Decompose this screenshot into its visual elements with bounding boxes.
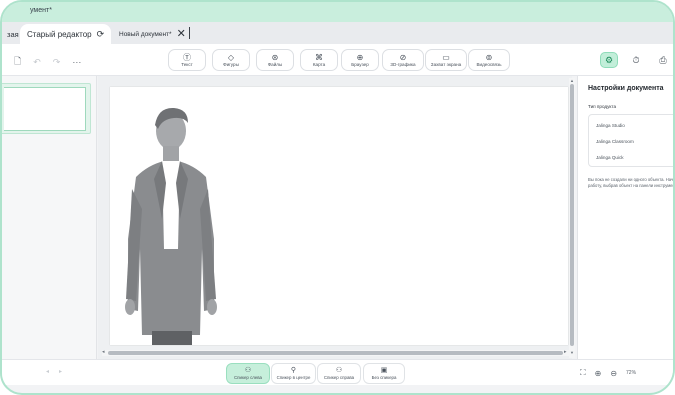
map-icon: ⌘ — [315, 52, 323, 62]
slide-thumbnail[interactable] — [2, 83, 91, 134]
slides-panel — [2, 76, 97, 359]
speaker-silhouette — [125, 107, 217, 345]
product-type-label: Тип продукта — [588, 104, 617, 109]
tool-map-button[interactable]: ⌘ Карта — [300, 49, 338, 71]
empty-state-note: Вы пока не создали ни одного объекта. На… — [588, 177, 675, 189]
tool-screen-capture-button[interactable]: ▭ Захват экрана — [425, 49, 467, 71]
product-option[interactable]: Jalinga Studio — [596, 123, 625, 128]
no-speaker-icon: ▣ — [380, 366, 388, 374]
product-option[interactable]: Jalinga Quick — [596, 155, 624, 160]
prev-slide-icon[interactable]: ◂ — [46, 368, 49, 375]
tool-3d-button[interactable]: ⊘ 3D-графика — [382, 49, 424, 71]
speaker-center-icon: ⚲ — [290, 366, 297, 374]
speaker-mode-label: Спикер слева — [234, 374, 262, 380]
redo-icon[interactable]: ↷ — [53, 57, 61, 68]
save-icon[interactable]: 🗋 — [14, 54, 21, 70]
fit-screen-icon[interactable]: ⛶ — [580, 368, 586, 378]
speaker-left-icon: ⚇ — [244, 366, 252, 374]
timer-icon[interactable]: ⏱ — [627, 52, 645, 68]
scrollbar-thumb[interactable] — [570, 84, 574, 346]
screen-capture-icon: ▭ — [442, 52, 450, 62]
slide-thumbnail-preview — [4, 87, 86, 131]
tool-label: Текст — [181, 61, 193, 67]
product-option[interactable]: Jalinga Classroom — [596, 139, 634, 144]
bottom-bar: ◂ ▸ ⚇ Спикер слева ⚲ Спикер в центре ⚇ С… — [2, 359, 673, 385]
speaker-right-icon: ⚇ — [335, 366, 343, 374]
panel-title: Настройки документа — [588, 85, 664, 92]
tool-browser-button[interactable]: ⊕ Браузер — [341, 49, 379, 71]
product-type-list: Jalinga Studio Jalinga Classroom Jalinga… — [588, 114, 673, 167]
tool-video-call-button[interactable]: ⊚ Видеосвязь — [468, 49, 510, 71]
app-window: умент* зая Старый редактор ⟳ Новый докум… — [0, 0, 675, 395]
undo-icon[interactable]: ↶ — [33, 57, 41, 68]
tab-bar: зая Старый редактор ⟳ Новый документ* ✕ — [2, 22, 673, 44]
slide-nav: ◂ ▸ — [46, 368, 62, 375]
speaker-mode-label: Спикер в центре — [276, 374, 311, 380]
scroll-down-icon[interactable]: ▼ — [569, 350, 575, 355]
title-bar: умент* — [2, 2, 673, 22]
tool-label: Захват экрана — [430, 61, 462, 67]
toolbar-left-group: 🗋 ↶ ↷ ··· — [14, 54, 81, 70]
tool-label: Фигуры — [223, 61, 239, 67]
document-settings-panel: Настройки документа Тип продукта Jalinga… — [577, 76, 675, 359]
tool-label: Видеосвязь — [476, 61, 502, 67]
tool-label: Файлы — [267, 61, 283, 67]
close-icon[interactable]: ✕ — [177, 28, 186, 40]
cube-icon: ⊘ — [399, 52, 407, 62]
zoom-in-icon[interactable]: ⊕ — [595, 369, 602, 378]
document-settings-icon[interactable]: ⚙ — [600, 52, 618, 68]
speaker-center-button[interactable]: ⚲ Спикер в центре — [271, 363, 316, 384]
tab-label: зая — [7, 29, 19, 39]
speaker-right-button[interactable]: ⚇ Спикер справа — [317, 363, 361, 384]
scrollbar-thumb[interactable] — [108, 351, 563, 355]
files-icon: ⊛ — [271, 52, 279, 62]
tool-label: Карта — [312, 61, 326, 67]
vertical-scrollbar[interactable]: ▲ ▼ — [569, 78, 575, 358]
slide-canvas[interactable] — [110, 87, 568, 345]
tool-text-button[interactable]: Ⓣ Текст — [168, 49, 206, 71]
tool-label: Браузер — [351, 61, 369, 67]
speaker-left-button[interactable]: ⚇ Спикер слева — [226, 363, 270, 384]
toolbar: 🗋 ↶ ↷ ··· Ⓣ Текст ◇ Фигуры ⊛ Файлы ⌘ Кар… — [2, 44, 673, 76]
tool-files-button[interactable]: ⊛ Файлы — [256, 49, 294, 71]
text-icon: Ⓣ — [183, 52, 191, 62]
tab-old-editor[interactable]: Старый редактор ⟳ — [20, 24, 112, 44]
window-title: умент* — [30, 7, 52, 14]
no-speaker-button[interactable]: ▣ Без спикера — [363, 363, 405, 384]
next-slide-icon[interactable]: ▸ — [59, 368, 62, 375]
horizontal-scrollbar[interactable]: ◂ ▸ — [102, 349, 569, 356]
video-call-icon: ⊚ — [485, 52, 493, 62]
zoom-level: 72% — [626, 370, 637, 376]
shapes-icon: ◇ — [227, 52, 235, 62]
tab-label: Новый документ* — [119, 30, 172, 38]
speaker-mode-label: Без спикера — [371, 374, 397, 380]
canvas-area — [98, 76, 572, 359]
print-icon[interactable]: ⎙ — [654, 52, 672, 68]
toolbar-right-group: ⚙ ⏱ ⎙ ⇪ — [600, 52, 673, 68]
tab-label: Старый редактор — [27, 29, 92, 39]
zoom-controls: ⛶ ⊕ ⊖ 72% — [580, 368, 636, 378]
scroll-left-icon[interactable]: ◂ — [102, 349, 105, 355]
refresh-icon[interactable]: ⟳ — [97, 29, 105, 40]
tool-label: 3D-графика — [390, 61, 416, 67]
tab-new-document[interactable]: Новый документ* ✕ — [112, 24, 193, 44]
scroll-right-icon[interactable]: ▸ — [564, 349, 567, 355]
speaker-mode-label: Спикер справа — [323, 374, 355, 380]
tool-shapes-button[interactable]: ◇ Фигуры — [212, 49, 250, 71]
tab-divider — [189, 27, 190, 39]
more-icon[interactable]: ··· — [72, 57, 81, 67]
scroll-up-icon[interactable]: ▲ — [569, 78, 575, 83]
zoom-out-icon[interactable]: ⊖ — [610, 369, 617, 378]
globe-icon: ⊕ — [356, 52, 364, 62]
